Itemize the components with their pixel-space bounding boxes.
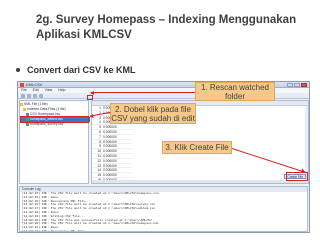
cell-value: 0.000000 bbox=[103, 129, 117, 134]
cell-value: 0.000000 bbox=[103, 125, 117, 130]
row-number: 4 bbox=[99, 120, 101, 125]
bullet-text: Convert dari CSV ke KML bbox=[27, 65, 136, 75]
arrow-step-1 bbox=[91, 92, 195, 93]
csv-icon bbox=[26, 123, 29, 126]
folder-icon bbox=[23, 108, 26, 111]
console-log-panel: Console Log [14:02:15] INF: The CSV file… bbox=[19, 186, 308, 232]
row-number: 9 bbox=[99, 144, 101, 149]
open-icon[interactable] bbox=[27, 94, 31, 98]
save-icon[interactable] bbox=[33, 94, 37, 98]
new-icon[interactable] bbox=[21, 94, 25, 98]
row-number: 7 bbox=[99, 134, 101, 139]
close-icon[interactable] bbox=[301, 83, 307, 87]
minimize-icon[interactable] bbox=[287, 83, 293, 87]
row-number: 8 bbox=[99, 139, 101, 144]
bullet-dot-icon bbox=[16, 68, 20, 72]
cell-value: 0.000000 bbox=[103, 153, 117, 158]
cell-value: 0.000000 bbox=[103, 144, 117, 149]
slide-title: 2g. Survey Homepass – Indexing Menggunak… bbox=[36, 14, 297, 41]
cell-value: 0.000000 bbox=[103, 173, 117, 178]
callout-step-2: 2. Dobel klik pada file CSV yang sudah d… bbox=[110, 103, 196, 124]
horizontal-scrollbar[interactable] bbox=[92, 180, 308, 183]
row-number: 5 bbox=[99, 125, 101, 130]
callout-step-3: 3. Klik Create File bbox=[162, 141, 232, 154]
row-number: 6 bbox=[99, 129, 101, 134]
cell-value: 0.000000 bbox=[103, 163, 117, 168]
app-icon bbox=[20, 83, 24, 87]
folder-icon bbox=[20, 103, 23, 106]
row-number: 14 bbox=[97, 168, 101, 173]
row-number: 11 bbox=[97, 153, 101, 158]
refresh-icon[interactable] bbox=[39, 94, 43, 98]
cell-value: 0.000000 bbox=[103, 168, 117, 173]
cell-value: 0.000000 bbox=[103, 134, 117, 139]
cell-value: 0.000000 bbox=[103, 139, 117, 144]
file-tree-panel: KML File (1 file) Indexed Data Files (1 … bbox=[19, 100, 90, 184]
callout-step-1: 1. Rescan watched folder bbox=[195, 82, 275, 101]
row-number: 10 bbox=[97, 149, 101, 154]
log-line: [14:02:21] INF: Rescanning KML file... bbox=[22, 229, 91, 232]
window-controls bbox=[287, 83, 307, 87]
row-number: 12 bbox=[97, 158, 101, 163]
highlight-box bbox=[20, 116, 89, 123]
log-lines: [14:02:15] INF: The CSV file will be cre… bbox=[20, 192, 307, 232]
cell-value: 0.000000 bbox=[103, 149, 117, 154]
bullet-item: Convert dari CSV ke KML bbox=[16, 65, 136, 75]
row-number: 1 bbox=[99, 106, 101, 110]
maximize-icon[interactable] bbox=[294, 83, 300, 87]
cell-value: 0.000000 bbox=[103, 158, 117, 163]
row-number: 13 bbox=[97, 163, 101, 168]
row-number: 15 bbox=[97, 173, 101, 178]
